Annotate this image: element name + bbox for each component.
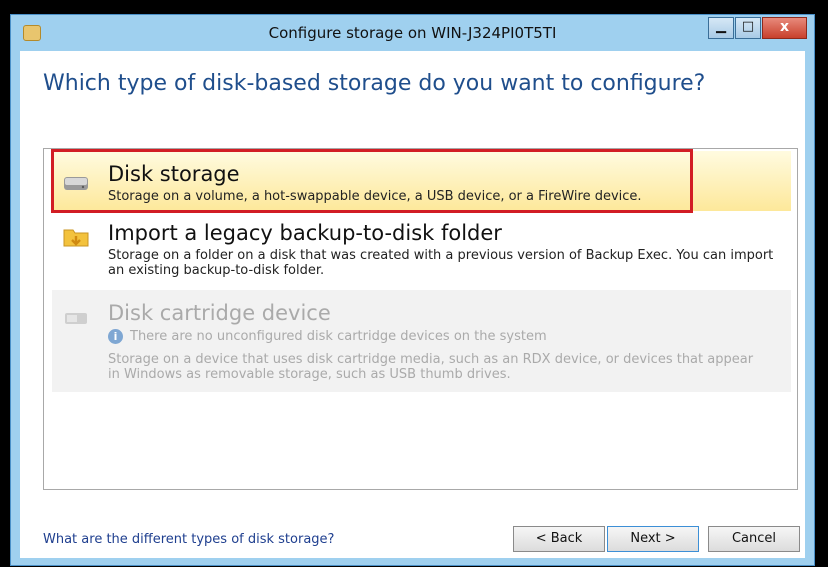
configure-storage-window: Configure storage on WIN-J324PI0T5TI ▁ □… xyxy=(10,14,815,566)
window-title: Configure storage on WIN-J324PI0T5TI xyxy=(268,24,557,42)
minimize-icon: ▁ xyxy=(716,19,726,34)
maximize-icon: □ xyxy=(741,19,755,34)
dialog-content: Which type of disk-based storage do you … xyxy=(20,51,805,558)
option-import-legacy-folder[interactable]: Import a legacy backup-to-disk folder St… xyxy=(52,213,791,285)
option-title: Import a legacy backup-to-disk folder xyxy=(108,221,502,245)
back-button[interactable]: < Back xyxy=(513,526,605,552)
close-button[interactable]: x xyxy=(762,17,807,39)
maximize-button[interactable]: □ xyxy=(735,17,761,39)
option-info: There are no unconfigured disk cartridge… xyxy=(130,329,547,344)
option-description: Storage on a folder on a disk that was c… xyxy=(108,248,774,278)
title-bar[interactable]: Configure storage on WIN-J324PI0T5TI ▁ □… xyxy=(11,15,814,49)
close-icon: x xyxy=(779,19,790,35)
option-title: Disk cartridge device xyxy=(108,301,331,325)
next-button[interactable]: Next > xyxy=(607,526,699,552)
option-description: Storage on a device that uses disk cartr… xyxy=(108,352,754,382)
option-disk-cartridge: Disk cartridge device i There are no unc… xyxy=(52,290,791,392)
selection-highlight xyxy=(51,149,693,213)
page-heading: Which type of disk-based storage do you … xyxy=(43,71,706,96)
folder-import-icon xyxy=(63,229,89,247)
storage-type-list: Disk storage Storage on a volume, a hot-… xyxy=(43,148,798,490)
cartridge-icon xyxy=(65,313,87,324)
option-disk-storage[interactable]: Disk storage Storage on a volume, a hot-… xyxy=(51,149,791,213)
info-icon: i xyxy=(108,329,123,344)
help-link[interactable]: What are the different types of disk sto… xyxy=(43,532,334,547)
minimize-button[interactable]: ▁ xyxy=(708,17,734,39)
cancel-button[interactable]: Cancel xyxy=(708,526,800,552)
